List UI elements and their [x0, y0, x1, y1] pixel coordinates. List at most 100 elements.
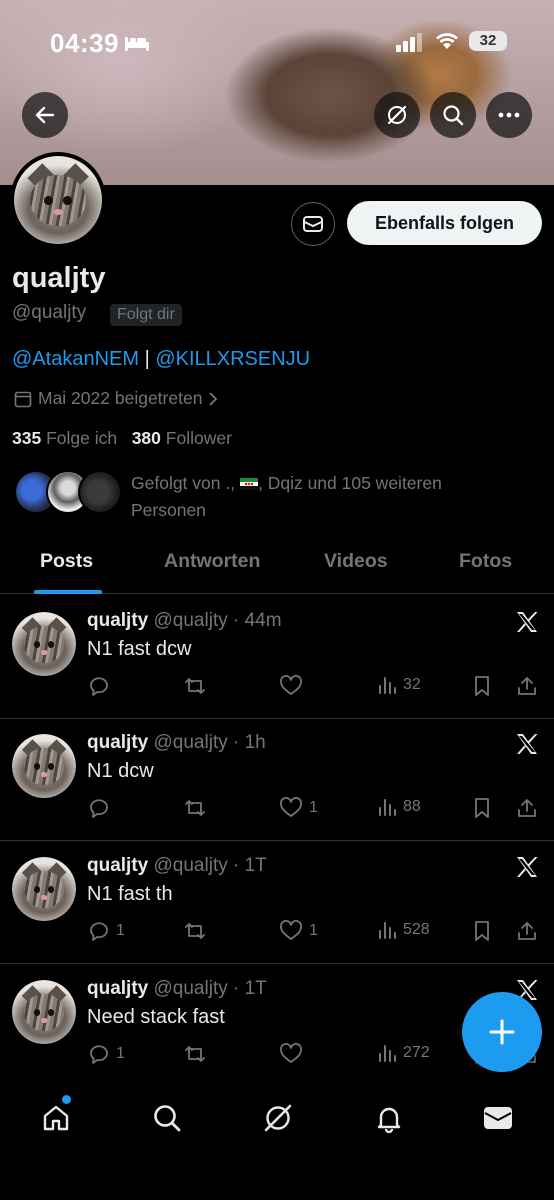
reply-button[interactable]: 1: [88, 920, 125, 942]
reply-count: 1: [116, 1045, 125, 1062]
x-logo-icon: [517, 612, 538, 632]
follow-back-button[interactable]: Ebenfalls folgen: [347, 201, 542, 245]
post[interactable]: qualjty @qualjty · 1h N1 dcw 1 88: [0, 718, 554, 841]
views-button[interactable]: 32: [377, 675, 421, 695]
repost-button[interactable]: [183, 675, 213, 697]
view-count: 272: [403, 1044, 430, 1061]
tab-photos[interactable]: Fotos: [459, 550, 512, 573]
bio-separator: |: [139, 348, 156, 370]
battery-indicator: 32: [469, 31, 507, 51]
post-avatar[interactable]: [12, 980, 76, 1044]
bookmark-button[interactable]: [472, 797, 492, 819]
reply-count: 1: [116, 922, 125, 939]
repost-button[interactable]: [183, 797, 213, 819]
reply-icon: [90, 922, 108, 941]
wifi-icon: [436, 33, 458, 49]
status-bar: 04:39 32: [0, 26, 554, 60]
post[interactable]: qualjty @qualjty · 44m N1 fast dcw 32: [0, 596, 554, 719]
search-icon: [443, 105, 464, 126]
post-meta: @qualjty · 1T: [153, 978, 267, 999]
share-button[interactable]: [516, 675, 538, 697]
notifications-icon: [377, 1107, 401, 1133]
share-icon: [518, 677, 536, 695]
chevron-right-icon: [209, 391, 218, 406]
x-logo-icon: [517, 734, 538, 754]
flag-emoji: [239, 478, 258, 490]
like-button[interactable]: [279, 675, 309, 697]
bio-mention-link[interactable]: @AtakanNEM: [12, 348, 139, 370]
follows-you-badge: Folgt dir: [110, 304, 182, 326]
repost-icon: [185, 800, 205, 816]
followed-by-avatars[interactable]: [14, 470, 122, 514]
post-avatar[interactable]: [12, 857, 76, 921]
x-logo-icon: [517, 857, 538, 877]
back-button[interactable]: [22, 92, 68, 138]
profile-search-button[interactable]: [430, 92, 476, 138]
reply-icon: [90, 677, 108, 696]
tab-posts[interactable]: Posts: [40, 550, 93, 573]
post[interactable]: qualjty @qualjty · 1T N1 fast th 1 1 528: [0, 841, 554, 964]
post-avatar[interactable]: [12, 612, 76, 676]
followed-by-text[interactable]: Gefolgt von ., , Dqiz und 105 weiteren P…: [131, 470, 491, 524]
post-author-name[interactable]: qualjty: [87, 732, 148, 753]
nav-grok[interactable]: [258, 1098, 298, 1138]
post-author-name[interactable]: qualjty: [87, 978, 148, 999]
grok-button[interactable]: [374, 92, 420, 138]
bookmark-button[interactable]: [472, 675, 492, 697]
x-logo: [515, 733, 539, 760]
followers-link[interactable]: 380 Follower: [132, 428, 232, 448]
repost-button[interactable]: [183, 1043, 213, 1065]
views-button[interactable]: 88: [377, 797, 421, 817]
share-button[interactable]: [516, 920, 538, 942]
profile-handle: @qualjty: [12, 302, 87, 323]
joined-text: Mai 2022 beigetreten: [38, 388, 203, 408]
like-count: 1: [309, 799, 318, 816]
search-icon: [154, 1105, 181, 1132]
share-icon: [518, 922, 536, 940]
joined-date[interactable]: Mai 2022 beigetreten: [14, 388, 218, 409]
nav-home[interactable]: [36, 1098, 76, 1138]
views-button[interactable]: 528: [377, 920, 430, 940]
reply-button[interactable]: 1: [88, 1043, 125, 1065]
following-link[interactable]: 335 Folge ich: [12, 428, 117, 448]
follow-counts: 335 Folge ich 380 Follower: [12, 428, 232, 449]
repost-button[interactable]: [183, 920, 213, 942]
heart-icon: [280, 920, 302, 940]
bio-mention-link[interactable]: @KILLXRSENJU: [155, 348, 310, 370]
reply-button[interactable]: [88, 797, 116, 819]
view-count: 32: [403, 676, 421, 693]
views-icon: [379, 677, 396, 694]
tab-videos[interactable]: Videos: [324, 550, 388, 573]
post-meta: @qualjty · 44m: [153, 610, 282, 631]
profile-banner[interactable]: 04:39 32: [0, 0, 554, 185]
post-author-name[interactable]: qualjty: [87, 610, 148, 631]
more-button[interactable]: [486, 92, 532, 138]
bookmark-icon: [475, 676, 489, 696]
nav-notifications[interactable]: [369, 1098, 409, 1138]
profile-avatar[interactable]: [10, 152, 106, 248]
heart-icon: [280, 797, 302, 817]
back-arrow-icon: [35, 106, 55, 124]
bookmark-icon: [475, 798, 489, 818]
nav-search[interactable]: [147, 1098, 187, 1138]
tab-replies[interactable]: Antworten: [164, 550, 260, 573]
post-author-name[interactable]: qualjty: [87, 855, 148, 876]
like-button[interactable]: 1: [279, 797, 318, 819]
like-button[interactable]: [279, 1043, 309, 1065]
post-text: N1 fast dcw: [87, 638, 192, 660]
message-button[interactable]: [291, 202, 335, 246]
views-icon: [379, 922, 396, 939]
avatar: [78, 470, 122, 514]
like-button[interactable]: 1: [279, 920, 318, 942]
compose-button[interactable]: [462, 992, 542, 1072]
post-text: Need stack fast: [87, 1006, 225, 1028]
share-button[interactable]: [516, 797, 538, 819]
post-text: N1 fast th: [87, 883, 173, 905]
post-avatar[interactable]: [12, 734, 76, 798]
calendar-icon: [14, 391, 32, 407]
reply-button[interactable]: [88, 675, 116, 697]
views-button[interactable]: 272: [377, 1043, 430, 1063]
bookmark-button[interactable]: [472, 920, 492, 942]
grok-icon: [264, 1104, 292, 1132]
nav-messages[interactable]: [478, 1098, 518, 1138]
